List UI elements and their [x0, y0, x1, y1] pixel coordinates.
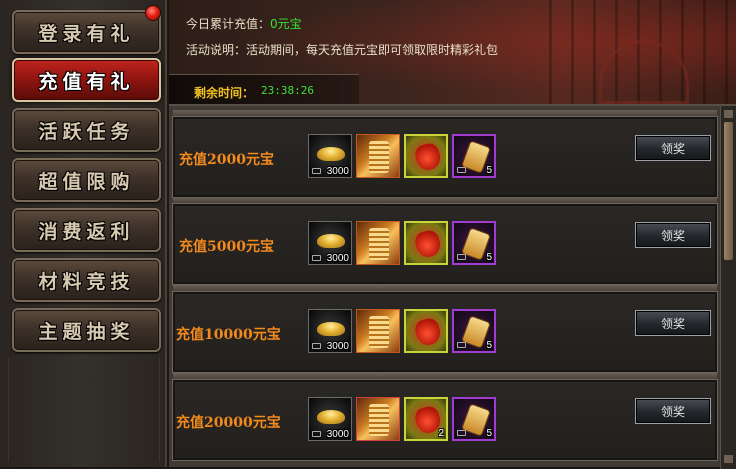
sidebar-item-login-gift[interactable]: 登录有礼: [12, 10, 161, 54]
red-bag-icon[interactable]: 2: [404, 397, 448, 441]
item-quantity: 3000: [326, 166, 349, 177]
bag-shape: [413, 228, 443, 260]
red-bag-icon[interactable]: [404, 221, 448, 265]
claim-button[interactable]: 领奖: [635, 222, 711, 248]
item-quantity: 5: [486, 428, 492, 439]
sidebar-item-label: 登录有礼: [38, 22, 135, 45]
reward-tier-list: 充值2000元宝 3000 5 领奖 充值5000元宝 3000 5 领奖 充值…: [169, 104, 736, 469]
notification-dot-icon: [145, 5, 161, 21]
scroll-shape: [369, 228, 389, 260]
gold-ingot-icon[interactable]: 3000: [308, 221, 352, 265]
claim-button[interactable]: 领奖: [635, 310, 711, 336]
bag-shape: [413, 316, 443, 348]
scroll-up-icon[interactable]: [724, 110, 733, 118]
gold-ingot-shape: [317, 234, 345, 248]
bag-shape: [413, 141, 443, 173]
claim-button[interactable]: 领奖: [635, 135, 711, 161]
bound-lock-icon: [457, 254, 466, 260]
sidebar-item-label: 材料竞技: [38, 270, 135, 293]
event-description-text: 活动期间，每天充值元宝即可领取限时精彩礼包: [246, 43, 499, 57]
item-quantity: 5: [486, 165, 492, 176]
sidebar-item-spending-rebate[interactable]: 消费返利: [12, 208, 161, 252]
gold-ingot-shape: [317, 147, 345, 161]
sidebar-item-recharge-gift[interactable]: 充值有礼: [12, 58, 161, 102]
sidebar-item-label: 消费返利: [38, 220, 135, 243]
token-icon[interactable]: 5: [452, 309, 496, 353]
scroll-down-icon[interactable]: [724, 455, 733, 463]
daily-recharge-value: 0元宝: [270, 17, 302, 31]
bound-lock-icon: [457, 430, 466, 436]
countdown-label: 剩余时间：: [194, 86, 255, 100]
item-quantity: 3000: [326, 429, 349, 440]
gold-ingot-icon[interactable]: 3000: [308, 309, 352, 353]
sidebar-item-label: 超值限购: [38, 170, 135, 193]
row-divider: [173, 197, 717, 203]
item-quantity: 3000: [326, 341, 349, 352]
tier-title: 充值5000元宝: [179, 239, 274, 255]
scrollbar-thumb[interactable]: [724, 122, 733, 260]
bound-lock-icon: [457, 342, 466, 348]
sidebar-item-material-contest[interactable]: 材料竞技: [12, 258, 161, 302]
event-description-label: 活动说明：: [186, 43, 247, 57]
token-icon[interactable]: 5: [452, 221, 496, 265]
item-quantity: 2: [438, 428, 444, 439]
scroll-shape: [369, 316, 389, 348]
bound-lock-icon: [312, 431, 321, 437]
scroll-icon[interactable]: [356, 309, 400, 353]
scroll-icon[interactable]: [356, 397, 400, 441]
gold-ingot-icon[interactable]: 3000: [308, 134, 352, 178]
claim-button[interactable]: 领奖: [635, 398, 711, 424]
sidebar-item-label: 充值有礼: [38, 70, 135, 93]
scroll-shape: [369, 141, 389, 173]
tier-title: 充值20000元宝: [176, 415, 281, 431]
gold-ingot-shape: [317, 410, 345, 424]
reward-tier-row: 充值2000元宝 3000 5 领奖: [172, 110, 718, 198]
token-icon[interactable]: 5: [452, 397, 496, 441]
daily-recharge-line: 今日累计充值：0元宝: [186, 15, 302, 32]
bound-lock-icon: [312, 343, 321, 349]
sidebar-item-label: 活跃任务: [38, 120, 135, 143]
countdown-box: 剩余时间： 23:38:26: [169, 74, 359, 104]
sidebar-item-active-tasks[interactable]: 活跃任务: [12, 108, 161, 152]
bound-lock-icon: [457, 167, 466, 173]
sidebar-item-label: 主题抽奖: [38, 320, 135, 343]
row-divider: [173, 373, 717, 379]
tier-title: 充值10000元宝: [176, 327, 281, 343]
token-icon[interactable]: 5: [452, 134, 496, 178]
daily-recharge-label: 今日累计充值：: [186, 17, 271, 31]
reward-tier-row: 充值10000元宝 3000 5 领奖: [172, 285, 718, 373]
item-quantity: 5: [486, 340, 492, 351]
gold-ingot-icon[interactable]: 3000: [308, 397, 352, 441]
bound-lock-icon: [312, 168, 321, 174]
red-bag-icon[interactable]: [404, 309, 448, 353]
gold-ingot-shape: [317, 322, 345, 336]
tier-title: 充值2000元宝: [179, 152, 274, 168]
row-divider: [173, 285, 717, 291]
item-quantity: 5: [486, 252, 492, 263]
scroll-icon[interactable]: [356, 221, 400, 265]
sidebar-empty-area: [8, 357, 160, 462]
sidebar-menu: 登录有礼 充值有礼 活跃任务 超值限购 消费返利 材料竞技 主题抽奖: [0, 0, 167, 467]
row-divider: [173, 110, 717, 116]
event-description-line: 活动说明：活动期间，每天充值元宝即可领取限时精彩礼包: [186, 41, 498, 58]
event-header: 今日累计充值：0元宝 活动说明：活动期间，每天充值元宝即可领取限时精彩礼包 剩余…: [169, 0, 736, 104]
reward-tier-row: 充值5000元宝 3000 5 领奖: [172, 197, 718, 285]
bound-lock-icon: [312, 255, 321, 261]
vertical-scrollbar[interactable]: [720, 106, 736, 469]
sidebar-item-limited-purchase[interactable]: 超值限购: [12, 158, 161, 202]
scroll-icon[interactable]: [356, 134, 400, 178]
sidebar-item-theme-lottery[interactable]: 主题抽奖: [12, 308, 161, 352]
red-bag-icon[interactable]: [404, 134, 448, 178]
countdown-value: 23:38:26: [261, 84, 314, 97]
item-quantity: 3000: [326, 253, 349, 264]
reward-tier-row: 充值20000元宝 3000 2 5 领奖: [172, 373, 718, 461]
scroll-shape: [369, 404, 389, 436]
